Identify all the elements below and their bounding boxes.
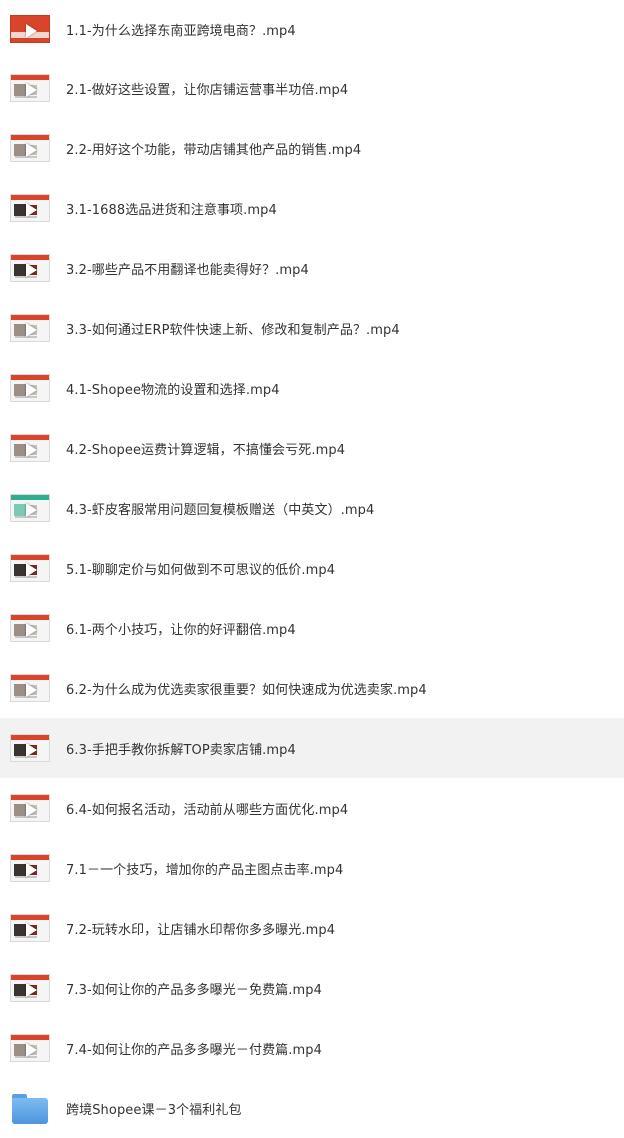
file-name: 3.2-哪些产品不用翻译也能卖得好？.mp4: [66, 262, 309, 278]
video-thumbnail-icon: [10, 794, 50, 822]
video-thumbnail-icon: [10, 554, 50, 582]
video-thumbnail-icon: [10, 314, 50, 342]
file-name: 7.4-如何让你的产品多多曝光－付费篇.mp4: [66, 1042, 322, 1058]
file-name: 7.1－一个技巧，增加你的产品主图点击率.mp4: [66, 862, 344, 878]
video-thumbnail-icon: [10, 194, 50, 222]
file-name: 4.2-Shopee运费计算逻辑，不搞懂会亏死.mp4: [66, 442, 346, 458]
file-name: 6.4-如何报名活动，活动前从哪些方面优化.mp4: [66, 802, 349, 818]
file-list: 1.1-为什么选择东南亚跨境电商？.mp4 2.1-做好这些设置，让你店铺运营事…: [0, 0, 624, 1137]
file-name: 7.2-玩转水印，让店铺水印帮你多多曝光.mp4: [66, 922, 336, 938]
file-name: 1.1-为什么选择东南亚跨境电商？.mp4: [66, 23, 296, 39]
video-thumbnail-icon: [10, 494, 50, 522]
file-row-4-3[interactable]: 4.3-虾皮客服常用问题回复模板赠送（中英文）.mp4: [0, 478, 624, 538]
video-thumbnail-icon: [10, 434, 50, 462]
file-name: 6.1-两个小技巧，让你的好评翻倍.mp4: [66, 622, 296, 638]
file-row-3-3[interactable]: 3.3-如何通过ERP软件快速上新、修改和复制产品？.mp4: [0, 298, 624, 358]
file-name: 2.2-用好这个功能，带动店铺其他产品的销售.mp4: [66, 142, 362, 158]
video-thumbnail-icon: [10, 15, 50, 43]
video-thumbnail-icon: [10, 914, 50, 942]
file-row-5-1[interactable]: 5.1-聊聊定价与如何做到不可思议的低价.mp4: [0, 538, 624, 598]
file-row-7-1[interactable]: 7.1－一个技巧，增加你的产品主图点击率.mp4: [0, 838, 624, 898]
video-thumbnail-icon: [10, 614, 50, 642]
file-row-4-1[interactable]: 4.1-Shopee物流的设置和选择.mp4: [0, 358, 624, 418]
video-thumbnail-icon: [10, 734, 50, 762]
file-row-2-2[interactable]: 2.2-用好这个功能，带动店铺其他产品的销售.mp4: [0, 118, 624, 178]
file-name: 4.3-虾皮客服常用问题回复模板赠送（中英文）.mp4: [66, 502, 375, 518]
video-thumbnail-icon: [10, 674, 50, 702]
file-row-3-2[interactable]: 3.2-哪些产品不用翻译也能卖得好？.mp4: [0, 238, 624, 298]
file-row-6-3[interactable]: 6.3-手把手教你拆解TOP卖家店铺.mp4: [0, 718, 624, 778]
file-row-6-1[interactable]: 6.1-两个小技巧，让你的好评翻倍.mp4: [0, 598, 624, 658]
file-row-1-1[interactable]: 1.1-为什么选择东南亚跨境电商？.mp4: [0, 0, 624, 58]
video-thumbnail-icon: [10, 854, 50, 882]
file-name: 3.1-1688选品进货和注意事项.mp4: [66, 202, 277, 218]
file-row-7-3[interactable]: 7.3-如何让你的产品多多曝光－免费篇.mp4: [0, 958, 624, 1018]
video-thumbnail-icon: [10, 254, 50, 282]
video-thumbnail-icon: [10, 134, 50, 162]
folder-icon: [12, 1092, 48, 1124]
file-row-7-4[interactable]: 7.4-如何让你的产品多多曝光－付费篇.mp4: [0, 1018, 624, 1078]
file-name: 7.3-如何让你的产品多多曝光－免费篇.mp4: [66, 982, 322, 998]
file-name: 3.3-如何通过ERP软件快速上新、修改和复制产品？.mp4: [66, 322, 400, 338]
file-name: 5.1-聊聊定价与如何做到不可思议的低价.mp4: [66, 562, 336, 578]
file-name: 6.2-为什么成为优选卖家很重要？如何快速成为优选卖家.mp4: [66, 682, 427, 698]
file-row-6-4[interactable]: 6.4-如何报名活动，活动前从哪些方面优化.mp4: [0, 778, 624, 838]
file-row-4-2[interactable]: 4.2-Shopee运费计算逻辑，不搞懂会亏死.mp4: [0, 418, 624, 478]
file-row-2-1[interactable]: 2.1-做好这些设置，让你店铺运营事半功倍.mp4: [0, 58, 624, 118]
video-thumbnail-icon: [10, 374, 50, 402]
file-name: 4.1-Shopee物流的设置和选择.mp4: [66, 382, 280, 398]
file-row-7-2[interactable]: 7.2-玩转水印，让店铺水印帮你多多曝光.mp4: [0, 898, 624, 958]
folder-row-bonus[interactable]: 跨境Shopee课－3个福利礼包: [0, 1078, 624, 1138]
file-row-3-1[interactable]: 3.1-1688选品进货和注意事项.mp4: [0, 178, 624, 238]
video-thumbnail-icon: [10, 974, 50, 1002]
video-thumbnail-icon: [10, 74, 50, 102]
file-row-6-2[interactable]: 6.2-为什么成为优选卖家很重要？如何快速成为优选卖家.mp4: [0, 658, 624, 718]
video-thumbnail-icon: [10, 1034, 50, 1062]
file-name: 6.3-手把手教你拆解TOP卖家店铺.mp4: [66, 742, 296, 758]
file-name: 2.1-做好这些设置，让你店铺运营事半功倍.mp4: [66, 82, 349, 98]
folder-name: 跨境Shopee课－3个福利礼包: [66, 1102, 242, 1118]
